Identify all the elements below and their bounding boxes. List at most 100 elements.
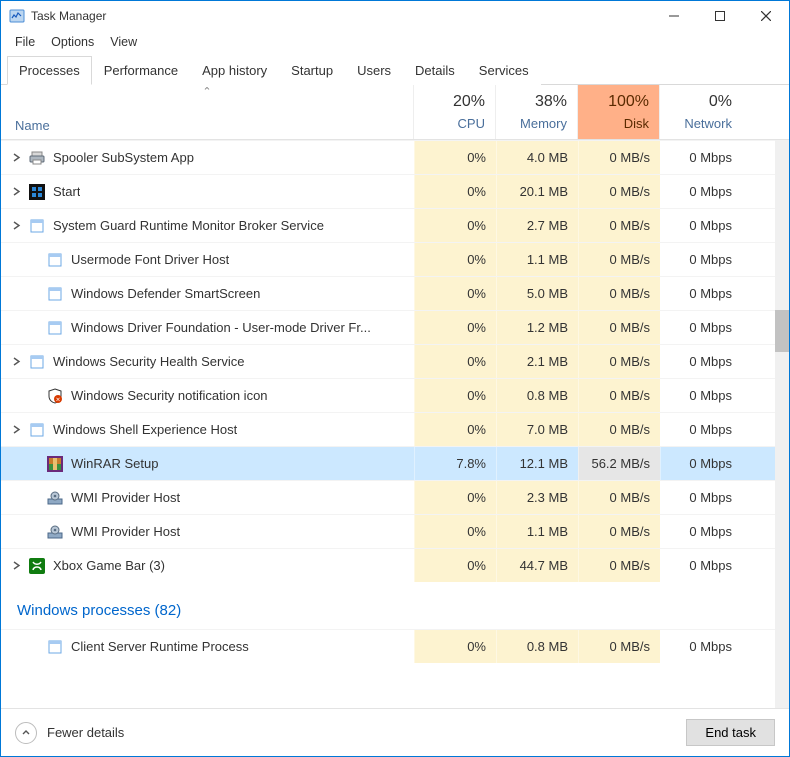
process-name: Usermode Font Driver Host bbox=[71, 252, 229, 267]
table-row[interactable]: Windows Security Health Service0%2.1 MB0… bbox=[1, 344, 789, 378]
cell-mem: 0.8 MB bbox=[496, 379, 578, 412]
table-row[interactable]: Windows Defender SmartScreen0%5.0 MB0 MB… bbox=[1, 276, 789, 310]
cell-cpu: 0% bbox=[414, 311, 496, 344]
process-name: Windows Security notification icon bbox=[71, 388, 268, 403]
cell-mem: 4.0 MB bbox=[496, 141, 578, 174]
tab-details[interactable]: Details bbox=[403, 56, 467, 85]
cell-cpu: 0% bbox=[414, 141, 496, 174]
cell-disk: 0 MB/s bbox=[578, 549, 660, 582]
shield-alert-icon: ✕ bbox=[47, 388, 63, 404]
tab-processes[interactable]: Processes bbox=[7, 56, 92, 85]
expand-chevron-icon[interactable] bbox=[9, 187, 23, 196]
table-row[interactable]: WMI Provider Host0%2.3 MB0 MB/s0 Mbps bbox=[1, 480, 789, 514]
expand-chevron-icon[interactable] bbox=[9, 357, 23, 366]
window-title: Task Manager bbox=[31, 9, 106, 23]
xbox-icon bbox=[29, 558, 45, 574]
collapse-details-icon[interactable] bbox=[15, 722, 37, 744]
cell-net: 0 Mbps bbox=[660, 311, 742, 344]
cpu-percent: 20% bbox=[453, 90, 485, 114]
cell-net: 0 Mbps bbox=[660, 141, 742, 174]
minimize-button[interactable] bbox=[651, 1, 697, 31]
cell-disk: 0 MB/s bbox=[578, 630, 660, 663]
maximize-button[interactable] bbox=[697, 1, 743, 31]
table-row[interactable]: WinRAR Setup7.8%12.1 MB56.2 MB/s0 Mbps bbox=[1, 446, 789, 480]
expand-chevron-icon[interactable] bbox=[9, 561, 23, 570]
cell-disk: 0 MB/s bbox=[578, 243, 660, 276]
tab-app-history[interactable]: App history bbox=[190, 56, 279, 85]
network-label: Network bbox=[684, 114, 732, 134]
cell-cpu: 0% bbox=[414, 481, 496, 514]
menu-view[interactable]: View bbox=[102, 33, 145, 51]
expand-chevron-icon[interactable] bbox=[9, 425, 23, 434]
table-row[interactable]: Windows Shell Experience Host0%7.0 MB0 M… bbox=[1, 412, 789, 446]
process-name: Windows Driver Foundation - User-mode Dr… bbox=[71, 320, 371, 335]
cell-net: 0 Mbps bbox=[660, 447, 742, 480]
cell-cpu: 0% bbox=[414, 175, 496, 208]
cell-disk: 0 MB/s bbox=[578, 379, 660, 412]
app-window-icon bbox=[29, 354, 45, 370]
cell-disk: 0 MB/s bbox=[578, 175, 660, 208]
cell-cpu: 0% bbox=[414, 277, 496, 310]
cell-mem: 44.7 MB bbox=[496, 549, 578, 582]
cell-net: 0 Mbps bbox=[660, 630, 742, 663]
cell-mem: 7.0 MB bbox=[496, 413, 578, 446]
cell-cpu: 0% bbox=[414, 379, 496, 412]
column-header-cpu[interactable]: 20% CPU bbox=[414, 85, 496, 139]
table-row[interactable]: ✕ Windows Security notification icon 0%0.8… bbox=[1, 378, 789, 412]
end-task-button[interactable]: End task bbox=[686, 719, 775, 746]
process-name: WinRAR Setup bbox=[71, 456, 158, 471]
cell-net: 0 Mbps bbox=[660, 549, 742, 582]
app-window-icon bbox=[29, 218, 45, 234]
app-window-icon bbox=[47, 320, 63, 336]
table-row[interactable]: Xbox Game Bar (3)0%44.7 MB0 MB/s0 Mbps bbox=[1, 548, 789, 582]
process-name: Spooler SubSystem App bbox=[53, 150, 194, 165]
cell-net: 0 Mbps bbox=[660, 379, 742, 412]
column-header-name[interactable]: ⌃ Name bbox=[1, 85, 414, 139]
fewer-details-label[interactable]: Fewer details bbox=[47, 725, 124, 740]
table-row[interactable]: Windows Driver Foundation - User-mode Dr… bbox=[1, 310, 789, 344]
menubar: File Options View bbox=[1, 31, 789, 55]
scrollbar-thumb[interactable] bbox=[775, 310, 789, 352]
close-button[interactable] bbox=[743, 1, 789, 31]
titlebar: Task Manager bbox=[1, 1, 789, 31]
tab-services[interactable]: Services bbox=[467, 56, 541, 85]
cell-cpu: 0% bbox=[414, 243, 496, 276]
cell-cpu: 0% bbox=[414, 413, 496, 446]
expand-chevron-icon[interactable] bbox=[9, 153, 23, 162]
tab-users[interactable]: Users bbox=[345, 56, 403, 85]
cell-net: 0 Mbps bbox=[660, 413, 742, 446]
tab-performance[interactable]: Performance bbox=[92, 56, 190, 85]
cpu-label: CPU bbox=[458, 114, 485, 134]
table-row[interactable]: Usermode Font Driver Host0%1.1 MB0 MB/s0… bbox=[1, 242, 789, 276]
expand-chevron-icon[interactable] bbox=[9, 221, 23, 230]
menu-options[interactable]: Options bbox=[43, 33, 102, 51]
table-row[interactable]: System Guard Runtime Monitor Broker Serv… bbox=[1, 208, 789, 242]
cell-disk: 0 MB/s bbox=[578, 481, 660, 514]
column-header-disk[interactable]: 100% Disk bbox=[578, 85, 660, 139]
start-tile-icon bbox=[29, 184, 45, 200]
column-header-memory[interactable]: 38% Memory bbox=[496, 85, 578, 139]
cell-disk: 56.2 MB/s bbox=[578, 447, 660, 480]
group-heading-windows-processes: Windows processes (82) bbox=[1, 582, 789, 629]
cell-net: 0 Mbps bbox=[660, 209, 742, 242]
table-row[interactable]: Client Server Runtime Process0%0.8 MB0 M… bbox=[1, 629, 789, 663]
cell-cpu: 0% bbox=[414, 209, 496, 242]
table-row[interactable]: Start0%20.1 MB0 MB/s0 Mbps bbox=[1, 174, 789, 208]
cell-net: 0 Mbps bbox=[660, 243, 742, 276]
cell-cpu: 0% bbox=[414, 515, 496, 548]
process-name: Windows Security Health Service bbox=[53, 354, 244, 369]
column-headers: ⌃ Name 20% CPU 38% Memory 100% Disk 0% N… bbox=[1, 85, 789, 140]
table-row[interactable]: WMI Provider Host0%1.1 MB0 MB/s0 Mbps bbox=[1, 514, 789, 548]
column-header-network[interactable]: 0% Network bbox=[660, 85, 742, 139]
table-row[interactable]: Spooler SubSystem App 0%4.0 MB0 MB/s0 Mbp… bbox=[1, 140, 789, 174]
menu-file[interactable]: File bbox=[7, 33, 43, 51]
process-name: Xbox Game Bar (3) bbox=[53, 558, 165, 573]
cell-net: 0 Mbps bbox=[660, 345, 742, 378]
tab-startup[interactable]: Startup bbox=[279, 56, 345, 85]
cell-mem: 12.1 MB bbox=[496, 447, 578, 480]
process-list[interactable]: Spooler SubSystem App0%4.0 MB0 MB/s0 Mbp… bbox=[1, 140, 789, 708]
process-name: Start bbox=[53, 184, 80, 199]
cell-disk: 0 MB/s bbox=[578, 141, 660, 174]
scrollbar-track[interactable] bbox=[775, 140, 789, 708]
cell-net: 0 Mbps bbox=[660, 481, 742, 514]
